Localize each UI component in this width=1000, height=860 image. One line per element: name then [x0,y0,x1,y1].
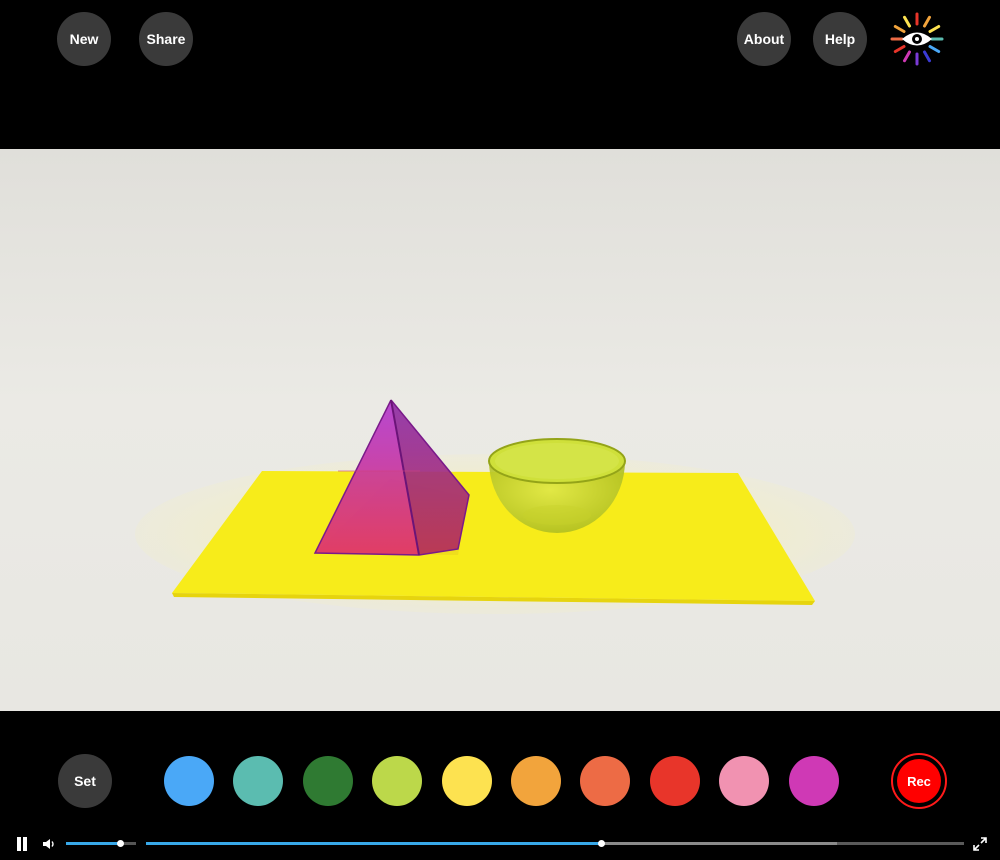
color-swatch-teal[interactable] [233,756,284,806]
about-button[interactable]: About [737,12,791,66]
player-controls [0,828,1000,860]
seek-bar-handle[interactable] [598,840,606,847]
volume-slider-fill [66,842,121,845]
record-button-label: Rec [897,759,941,803]
color-swatch-yellow[interactable] [441,756,492,806]
help-button[interactable]: Help [813,12,867,66]
color-swatch-green[interactable] [302,756,353,806]
fullscreen-icon[interactable] [972,836,988,852]
record-button[interactable]: Rec [891,753,947,809]
volume-icon[interactable] [41,836,57,852]
color-swatch-magenta[interactable] [788,756,839,806]
seek-bar[interactable] [146,840,964,847]
yellow-sheet [172,471,815,601]
pause-icon[interactable] [16,837,28,851]
seek-bar-progress [146,842,602,845]
eye-sunburst-icon[interactable] [888,10,946,68]
color-swatch-pink[interactable] [719,756,770,806]
video-view[interactable] [0,149,1000,711]
color-swatch-lime[interactable] [372,756,423,806]
color-swatch-coral[interactable] [580,756,631,806]
volume-slider[interactable] [66,840,136,847]
set-button[interactable]: Set [58,754,112,808]
video-scene [0,149,1000,711]
new-button[interactable]: New [57,12,111,66]
color-swatch-blue[interactable] [164,756,214,806]
volume-slider-handle[interactable] [117,840,125,847]
color-swatch-red[interactable] [649,756,700,806]
share-button[interactable]: Share [139,12,193,66]
color-swatch-orange[interactable] [511,756,561,806]
